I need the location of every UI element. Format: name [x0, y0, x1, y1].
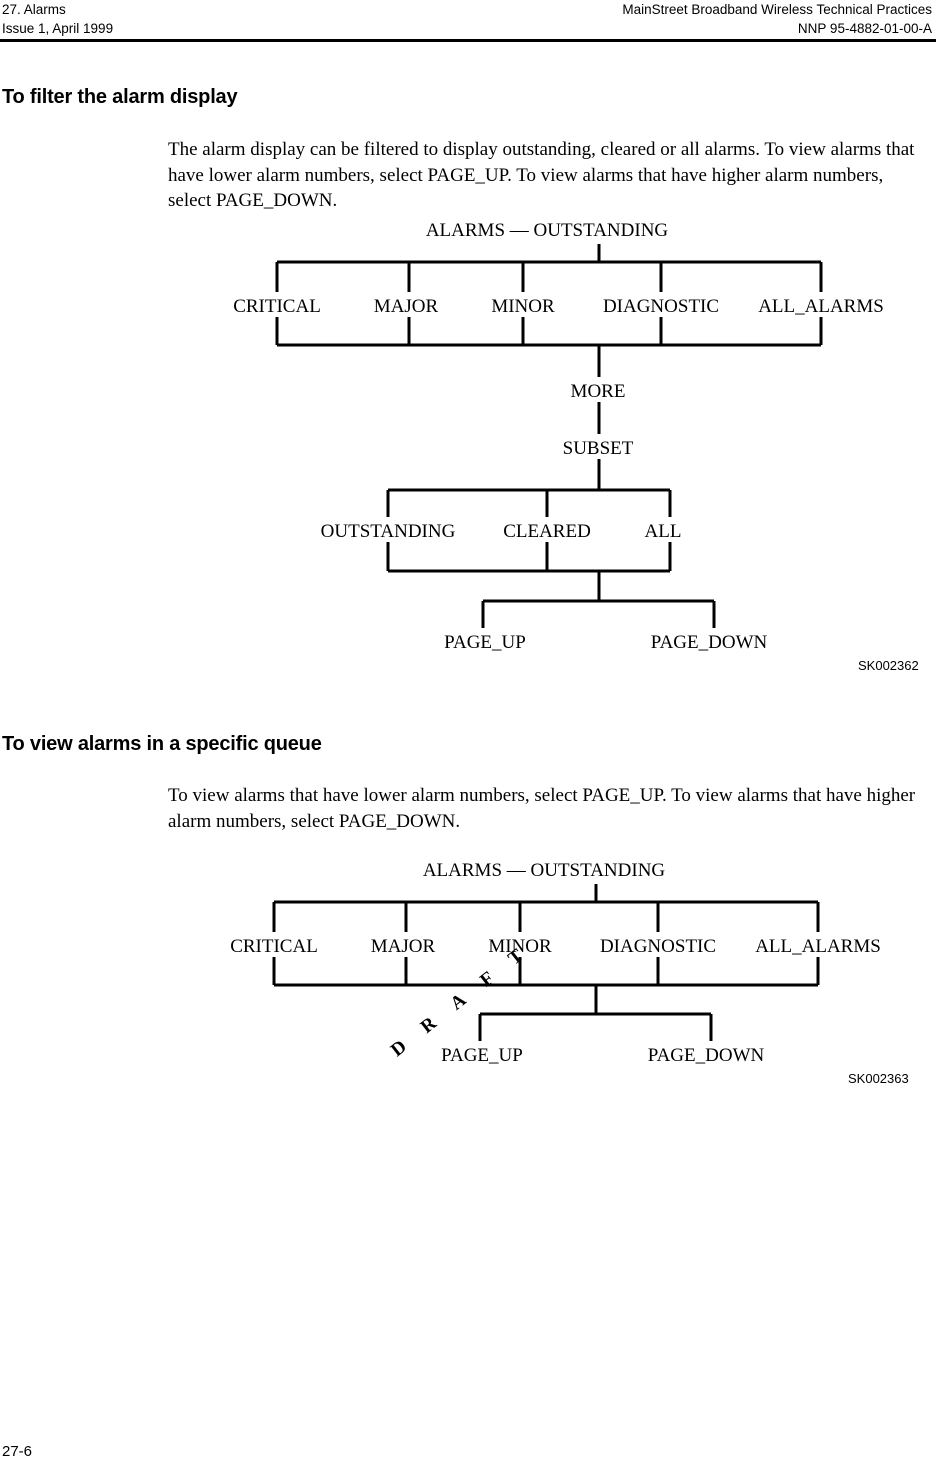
figure1-node-cleared: CLEARED — [503, 521, 591, 542]
figure1-node-page-up: PAGE_UP — [444, 632, 526, 653]
figure2-svg: ALARMS — OUTSTANDING CRITICAL MAJOR MINO… — [230, 862, 881, 1066]
page-number-footer: 27-6 — [2, 1443, 33, 1460]
header-row-2: Issue 1, April 1999 NNP 95-4882-01-00-A — [0, 19, 936, 38]
figure2-connectors — [272, 884, 820, 1041]
figure1-node-diagnostic: DIAGNOSTIC — [603, 296, 719, 317]
figure1-node-outstanding: OUTSTANDING — [321, 521, 456, 542]
header-issue-date: Issue 1, April 1999 — [2, 21, 114, 36]
header-document-title: MainStreet Broadband Wireless Technical … — [622, 2, 932, 17]
header-document-number: NNP 95-4882-01-00-A — [797, 21, 932, 36]
section-paragraph-filter-alarm-display: The alarm display can be filtered to dis… — [168, 139, 915, 211]
figure1-node-root: ALARMS — OUTSTANDING — [426, 222, 669, 241]
figure2-node-all-alarms: ALL_ALARMS — [755, 936, 881, 957]
figure1-node-all-alarms: ALL_ALARMS — [758, 296, 884, 317]
header-chapter-title: 27. Alarms — [2, 2, 66, 17]
page-header: 27. Alarms MainStreet Broadband Wireless… — [0, 0, 936, 38]
section-paragraph-view-alarms-specific-queue: To view alarms that have lower alarm num… — [168, 785, 916, 832]
figure1-node-minor: MINOR — [491, 296, 555, 317]
figure2-node-diagnostic: DIAGNOSTIC — [600, 936, 716, 957]
figure2-node-root: ALARMS — OUTSTANDING — [423, 862, 666, 881]
figure2-node-page-down: PAGE_DOWN — [648, 1045, 765, 1066]
figure1-node-more: MORE — [571, 381, 626, 402]
figure2-node-critical: CRITICAL — [230, 936, 318, 957]
figure1-svg: ALARMS — OUTSTANDING CRITICAL MAJOR MINO… — [233, 222, 884, 653]
figure1-node-all: ALL — [645, 521, 682, 542]
figure2-id-label: SK002363 — [848, 1071, 909, 1086]
figure1-node-major: MAJOR — [374, 296, 439, 317]
figure1-node-page-down: PAGE_DOWN — [651, 632, 768, 653]
figure-alarm-filter-menu-tree: ALARMS — OUTSTANDING CRITICAL MAJOR MINO… — [0, 222, 936, 692]
figure1-id-label: SK002362 — [858, 658, 919, 673]
figure1-node-subset: SUBSET — [563, 438, 634, 459]
figure1-node-critical: CRITICAL — [233, 296, 321, 317]
figure2-node-page-up: PAGE_UP — [441, 1045, 523, 1066]
figure2-node-major: MAJOR — [371, 936, 436, 957]
section-heading-filter-alarm-display: To filter the alarm display — [2, 86, 238, 108]
figure-alarm-queue-menu-tree: ALARMS — OUTSTANDING CRITICAL MAJOR MINO… — [0, 862, 936, 1102]
header-divider-rule — [0, 39, 936, 42]
section-heading-view-alarms-specific-queue: To view alarms in a specific queue — [2, 733, 322, 755]
header-row-1: 27. Alarms MainStreet Broadband Wireless… — [0, 0, 936, 19]
figure2-node-minor: MINOR — [488, 936, 552, 957]
